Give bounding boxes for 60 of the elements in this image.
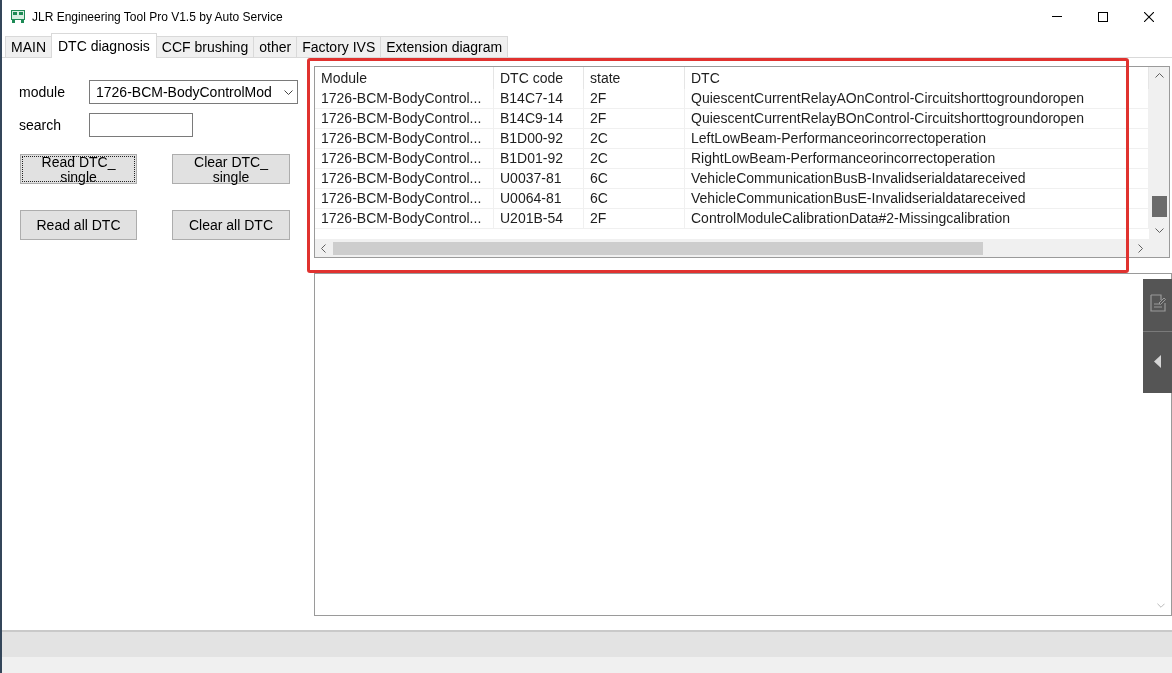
scrollbar-thumb[interactable] bbox=[1151, 196, 1167, 217]
table-cell: LeftLowBeam-Performanceorincorrectoperation bbox=[685, 129, 1149, 149]
table-cell: ControlModuleCalibrationData#2-Missingcalibration bbox=[685, 209, 1149, 229]
tab[interactable]: other bbox=[253, 36, 298, 57]
chevron-up-icon[interactable] bbox=[1154, 73, 1164, 78]
left-triangle-icon[interactable] bbox=[1154, 355, 1161, 368]
table-cell: U0037-81 bbox=[494, 169, 584, 189]
table-cell: U0064-81 bbox=[494, 189, 584, 209]
table-cell: 2C bbox=[584, 149, 685, 169]
table-cell: 1726-BCM-BodyControl... bbox=[315, 89, 494, 109]
app-icon bbox=[11, 10, 25, 23]
chevron-down-icon bbox=[284, 89, 293, 95]
table-cell: B1D00-92 bbox=[494, 129, 584, 149]
chevron-right-icon[interactable] bbox=[1138, 243, 1143, 253]
table-cell: 2F bbox=[584, 209, 685, 229]
close-icon bbox=[1144, 11, 1154, 22]
table-cell: 6C bbox=[584, 189, 685, 209]
table-cell: U201B-54 bbox=[494, 209, 584, 229]
table-cell: B14C9-14 bbox=[494, 109, 584, 129]
field-label: module bbox=[19, 82, 66, 102]
search-field[interactable] bbox=[89, 113, 193, 137]
dtc-button[interactable]: Clear DTC_ single bbox=[172, 154, 290, 184]
dtc-button[interactable]: Read all DTC bbox=[20, 210, 137, 240]
table-cell: 2C bbox=[584, 129, 685, 149]
table-cell: QuiescentCurrentRelayBOnControl-Circuitshorttogroundoropen bbox=[685, 109, 1149, 129]
table-cell: 1726-BCM-BodyControl... bbox=[315, 129, 494, 149]
table-cell: 1726-BCM-BodyControl... bbox=[315, 169, 494, 189]
module-dropdown[interactable]: 1726-BCM-BodyControlMod bbox=[89, 80, 298, 104]
column-header[interactable]: state bbox=[584, 67, 685, 89]
tab[interactable]: CCF brushing bbox=[155, 36, 255, 57]
horizontal-scrollbar[interactable] bbox=[315, 239, 1149, 257]
document-icon[interactable] bbox=[1149, 294, 1166, 312]
table-cell: 2F bbox=[584, 89, 685, 109]
table-cell: 2F bbox=[584, 109, 685, 129]
chevron-left-icon[interactable] bbox=[321, 243, 326, 253]
table-cell: QuiescentCurrentRelayAOnControl-Circuitshorttogroundoropen bbox=[685, 89, 1149, 109]
table-cell: 1726-BCM-BodyControl... bbox=[315, 149, 494, 169]
column-header[interactable]: DTC code bbox=[494, 67, 584, 89]
tab[interactable]: Extension diagram bbox=[380, 36, 509, 57]
scrollbar-thumb[interactable] bbox=[333, 241, 983, 255]
vertical-scrollbar[interactable] bbox=[1149, 67, 1169, 239]
table-cell: VehicleCommunicationBusB-Invalidserialdatareceived bbox=[685, 169, 1149, 189]
column-header[interactable]: Module bbox=[315, 67, 494, 89]
window-title: JLR Engineering Tool Pro V1.5 by Auto Service bbox=[32, 8, 283, 26]
table-cell: RightLowBeam-Performanceorincorrectoperation bbox=[685, 149, 1149, 169]
maximize-icon bbox=[1098, 11, 1108, 22]
tab[interactable]: DTC diagnosis bbox=[51, 33, 157, 58]
field-label: search bbox=[19, 115, 63, 135]
minimize-icon bbox=[1052, 16, 1062, 17]
table-cell: 1726-BCM-BodyControl... bbox=[315, 189, 494, 209]
table-cell: 1726-BCM-BodyControl... bbox=[315, 109, 494, 129]
tab[interactable]: MAIN bbox=[5, 36, 52, 57]
table-cell: B1D01-92 bbox=[494, 149, 584, 169]
tab[interactable]: Factory IVS bbox=[296, 36, 382, 57]
table-cell: 6C bbox=[584, 169, 685, 189]
chevron-down-icon[interactable] bbox=[1154, 228, 1164, 233]
table-cell: B14C7-14 bbox=[494, 89, 584, 109]
table-cell: VehicleCommunicationBusE-Invalidserialdatareceived bbox=[685, 189, 1149, 209]
dtc-button[interactable]: Clear all DTC bbox=[172, 210, 290, 240]
table-cell: 1726-BCM-BodyControl... bbox=[315, 209, 494, 229]
